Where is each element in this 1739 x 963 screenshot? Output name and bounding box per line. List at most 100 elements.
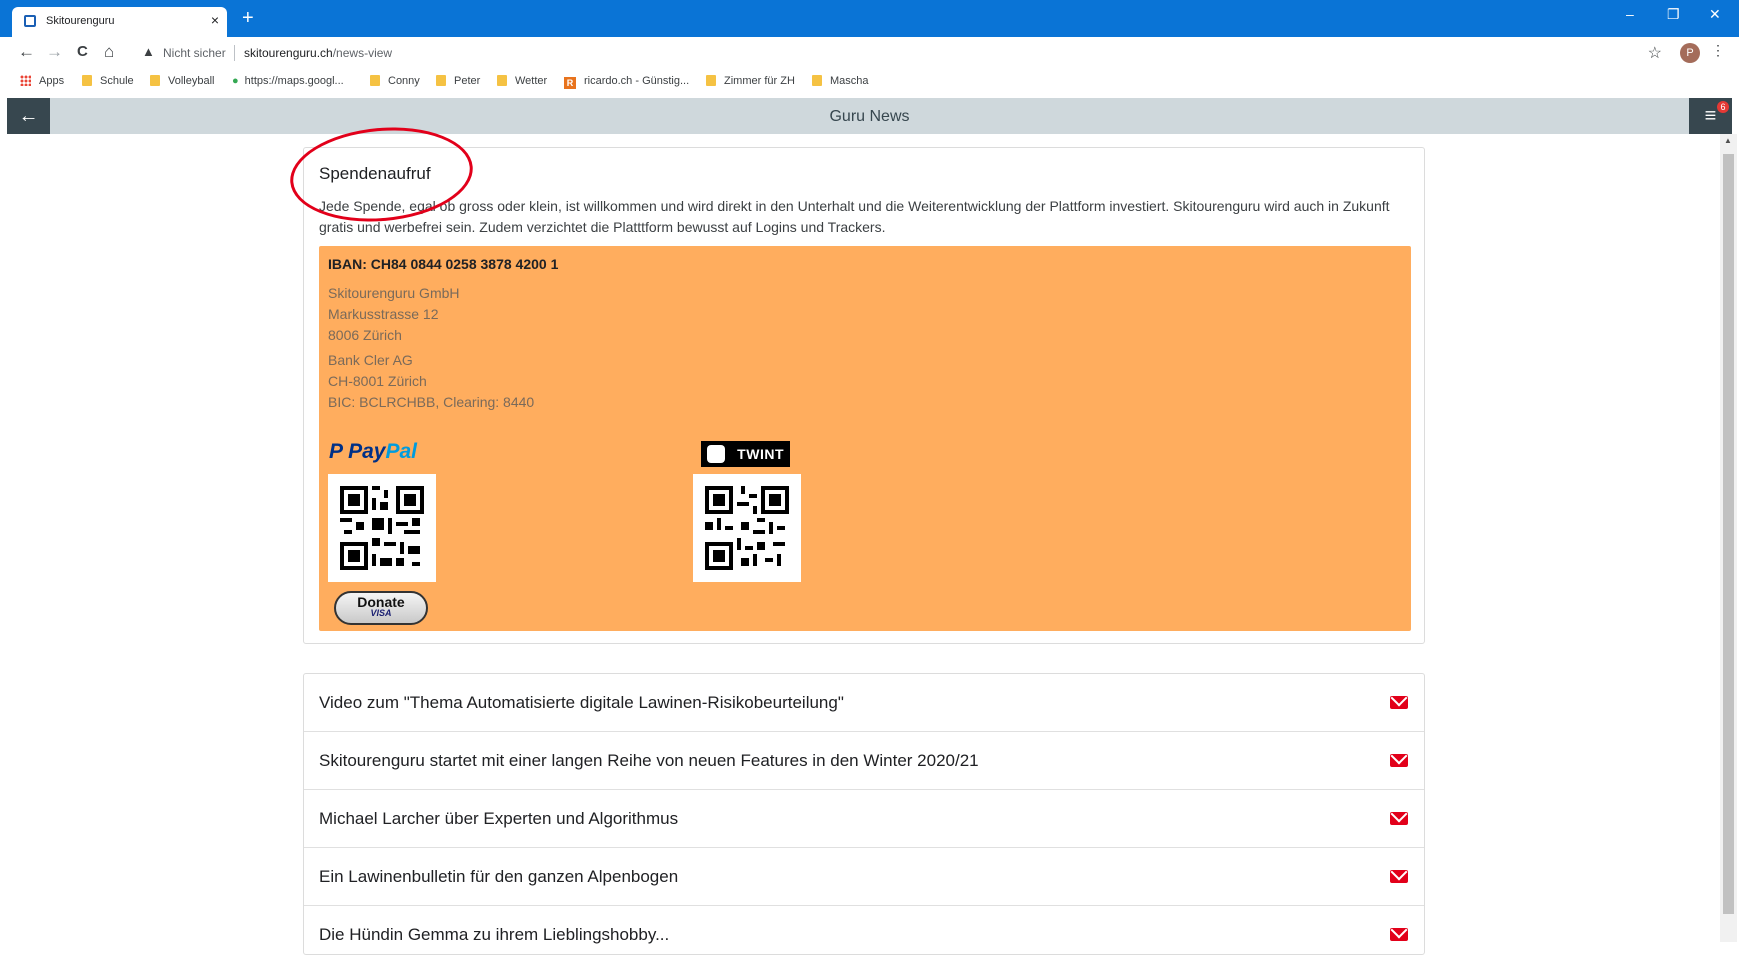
url-text[interactable]: skitourenguru.ch/news-view xyxy=(244,46,392,60)
scroll-up-arrow-icon[interactable]: ▲ xyxy=(1724,136,1732,145)
twint-logo: TWINT xyxy=(701,441,790,467)
browser-tab[interactable]: Skitourenguru × xyxy=(12,7,227,37)
bank-line: CH-8001 Zürich xyxy=(328,373,427,389)
payment-info-box: IBAN: CH84 0844 0258 3878 4200 1 Skitour… xyxy=(319,246,1411,631)
bookmark-maps[interactable]: ● https://maps.googl... xyxy=(232,75,344,87)
news-item[interactable]: Die Hündin Gemma zu ihrem Lieblingshobby… xyxy=(304,906,1424,963)
scrollbar-thumb[interactable] xyxy=(1723,154,1734,914)
bookmark-label: https://maps.googl... xyxy=(244,75,344,87)
apps-grid-icon xyxy=(20,75,31,86)
twint-qr-code xyxy=(693,474,801,582)
news-list: Video zum "Thema Automatisierte digitale… xyxy=(303,673,1425,955)
back-button[interactable]: ← xyxy=(7,98,50,134)
bookmark-label: Volleyball xyxy=(168,75,215,87)
new-tab-icon[interactable]: + xyxy=(242,8,254,28)
paypal-pal: Pal xyxy=(385,440,417,463)
bookmark-schule[interactable]: Schule xyxy=(82,75,134,87)
news-item[interactable]: Skitourenguru startet mit einer langen R… xyxy=(304,732,1424,790)
paypal-pay: Pay xyxy=(348,440,386,463)
qr-code-icon xyxy=(705,486,789,570)
news-item[interactable]: Ein Lawinenbulletin für den ganzen Alpen… xyxy=(304,848,1424,906)
qr-code-icon xyxy=(340,486,424,570)
paypal-logo: P PayPal xyxy=(329,440,417,464)
menu-button[interactable]: ≡ 6 xyxy=(1689,98,1732,134)
bookmark-label: Peter xyxy=(454,75,481,87)
back-arrow-icon[interactable]: ← xyxy=(18,42,35,62)
bookmark-label: Zimmer für ZH xyxy=(724,75,795,87)
folder-icon xyxy=(82,75,92,86)
bank-line: BIC: BCLRCHBB, Clearing: 8440 xyxy=(328,394,535,410)
folder-icon xyxy=(497,75,507,86)
address-line: 8006 Zürich xyxy=(328,327,402,343)
bookmark-zimmer[interactable]: Zimmer für ZH xyxy=(706,75,795,87)
bookmark-label: Schule xyxy=(100,75,134,87)
folder-icon xyxy=(812,75,822,86)
address-line: Markusstrasse 12 xyxy=(328,306,439,322)
browser-title-bar: Skitourenguru × + – ❐ ✕ xyxy=(0,0,1739,37)
donation-text: Jede Spende, egal ob gross oder klein, i… xyxy=(319,198,1390,235)
news-title: Ein Lawinenbulletin für den ganzen Alpen… xyxy=(319,867,679,886)
folder-icon xyxy=(706,75,716,86)
security-label[interactable]: Nicht sicher xyxy=(163,46,226,60)
bookmark-label: Apps xyxy=(39,75,65,87)
warning-icon: ▲ xyxy=(142,44,155,59)
iban: IBAN: CH84 0844 0258 3878 4200 1 xyxy=(328,256,559,272)
bookmark-ricardo[interactable]: Rricardo.ch - Günstig... xyxy=(564,75,689,89)
bank-line: Bank Cler AG xyxy=(328,352,413,368)
tab-title: Skitourenguru xyxy=(46,15,115,27)
bookmark-peter[interactable]: Peter xyxy=(436,75,480,87)
omnibox[interactable]: ▲ Nicht sicher skitourenguru.ch/news-vie… xyxy=(134,41,1664,65)
mail-icon[interactable] xyxy=(1390,870,1408,883)
bookmark-star-icon[interactable]: ☆ xyxy=(1648,43,1662,63)
reload-icon[interactable]: C xyxy=(77,43,88,60)
twint-label: TWINT xyxy=(737,446,784,462)
bookmark-label: Wetter xyxy=(515,75,548,87)
profile-avatar[interactable]: P xyxy=(1680,43,1700,63)
home-icon[interactable]: ⌂ xyxy=(104,42,114,62)
minimize-icon[interactable]: – xyxy=(1626,6,1634,22)
forward-arrow-icon[interactable]: → xyxy=(46,42,63,62)
mail-icon[interactable] xyxy=(1390,928,1408,941)
scrollbar[interactable]: ▲ xyxy=(1720,134,1737,942)
bookmarks-bar: Apps Schule Volleyball ● https://maps.goo… xyxy=(0,69,1739,93)
mail-icon[interactable] xyxy=(1390,754,1408,767)
browser-menu-icon[interactable]: ⋮ xyxy=(1711,42,1725,59)
paypal-qr-code xyxy=(328,474,436,582)
bookmark-apps[interactable]: Apps xyxy=(20,75,64,87)
url-host: skitourenguru.ch xyxy=(244,46,333,60)
bookmark-conny[interactable]: Conny xyxy=(370,75,420,87)
paypal-p-icon: P xyxy=(329,440,343,463)
window-close-icon[interactable]: ✕ xyxy=(1709,6,1721,23)
bookmark-wetter[interactable]: Wetter xyxy=(497,75,547,87)
folder-icon xyxy=(370,75,380,86)
app-header: Guru News ← ≡ 6 xyxy=(7,98,1732,134)
map-pin-icon: ● xyxy=(232,75,239,87)
news-title: Die Hündin Gemma zu ihrem Lieblingshobby… xyxy=(319,925,670,944)
site-favicon-icon xyxy=(24,15,36,27)
address-bar-row: ← → C ⌂ ▲ Nicht sicher skitourenguru.ch/… xyxy=(0,37,1739,69)
mail-icon[interactable] xyxy=(1390,812,1408,825)
bookmark-label: Mascha xyxy=(830,75,869,87)
bookmark-mascha[interactable]: Mascha xyxy=(812,75,869,87)
donate-button[interactable]: Donate VISA xyxy=(334,591,428,625)
card-logos-icon: VISA xyxy=(370,608,392,618)
news-item[interactable]: Michael Larcher über Experten und Algori… xyxy=(304,790,1424,848)
news-title: Video zum "Thema Automatisierte digitale… xyxy=(319,693,844,712)
page-title: Guru News xyxy=(829,108,910,125)
news-title: Michael Larcher über Experten und Algori… xyxy=(319,809,679,828)
mail-icon[interactable] xyxy=(1390,696,1408,709)
news-title: Skitourenguru startet mit einer langen R… xyxy=(319,751,979,770)
folder-icon xyxy=(436,75,446,86)
restore-icon[interactable]: ❐ xyxy=(1667,6,1680,23)
twint-icon xyxy=(707,445,725,463)
address-line: Skitourenguru GmbH xyxy=(328,285,460,301)
folder-icon xyxy=(150,75,160,86)
notification-badge: 6 xyxy=(1717,101,1729,113)
news-item[interactable]: Video zum "Thema Automatisierte digitale… xyxy=(304,674,1424,732)
close-tab-icon[interactable]: × xyxy=(211,12,219,28)
hamburger-icon: ≡ xyxy=(1704,105,1717,127)
donation-card: Spendenaufruf Jede Spende, egal ob gross… xyxy=(303,147,1425,644)
omnibox-separator xyxy=(234,45,235,61)
bookmark-volleyball[interactable]: Volleyball xyxy=(150,75,214,87)
bookmark-label: Conny xyxy=(388,75,420,87)
